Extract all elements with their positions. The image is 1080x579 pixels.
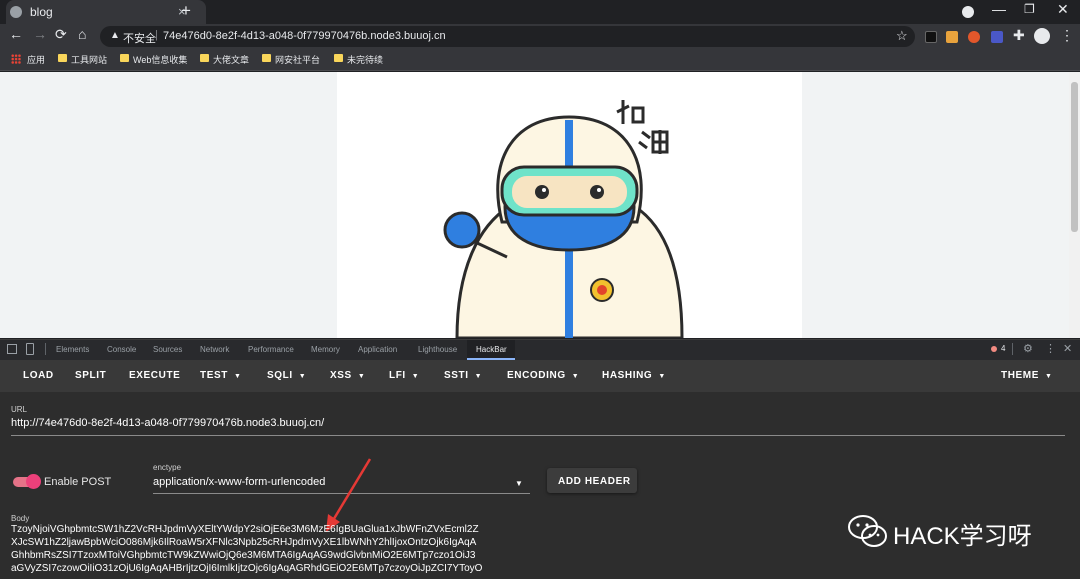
ssti-menu[interactable]: SSTI ▼: [444, 370, 482, 381]
enctype-select[interactable]: application/x-www-form-urlencoded: [153, 476, 325, 488]
chevron-down-icon: ▼: [233, 373, 242, 380]
minimize-icon[interactable]: —: [992, 1, 1006, 17]
folder-icon: [200, 54, 209, 62]
folder-icon: [334, 54, 343, 62]
chevron-down-icon: ▼: [357, 373, 366, 380]
tab-title: blog: [30, 5, 53, 19]
folder-icon: [58, 54, 67, 62]
forward-icon[interactable]: →: [33, 26, 47, 42]
ssti-menu-label: SSTI: [444, 370, 469, 381]
chevron-down-icon: ▼: [474, 373, 483, 380]
sqli-menu[interactable]: SQLI ▼: [267, 370, 306, 381]
extensions-puzzle-icon[interactable]: ✚: [1013, 27, 1025, 44]
tab-network[interactable]: Network: [200, 345, 229, 354]
bookmark-todo[interactable]: 未完待续: [347, 53, 383, 66]
separator: [1012, 343, 1013, 355]
encoding-menu[interactable]: ENCODING ▼: [507, 370, 579, 381]
profile-avatar[interactable]: [1034, 28, 1050, 44]
sqli-menu-label: SQLI: [267, 370, 293, 381]
toggle-knob[interactable]: [26, 474, 41, 489]
extension-icon[interactable]: [968, 31, 980, 43]
execute-button[interactable]: EXECUTE: [129, 370, 180, 381]
body-text-line[interactable]: GhhbmRsZSI7TzoxMToiVGhpbmtcTW9kZWwiOjQ6e…: [11, 550, 475, 561]
extension-icon[interactable]: [925, 31, 937, 43]
security-label[interactable]: 不安全: [123, 30, 156, 46]
tab-memory[interactable]: Memory: [311, 345, 340, 354]
add-header-label: ADD HEADER: [558, 476, 631, 487]
folder-icon: [262, 54, 271, 62]
encoding-menu-label: ENCODING: [507, 370, 566, 381]
body-text-line[interactable]: aGVyZSI7czowOiIiO31zOjU6IgAqAHBrIjtzOjI6…: [11, 563, 482, 574]
wechat-logo-icon: [848, 515, 887, 547]
extension-icon[interactable]: [991, 31, 1003, 43]
bookmark-articles[interactable]: 大佬文章: [213, 53, 249, 66]
chevron-down-icon: ▼: [298, 373, 307, 380]
extension-icon[interactable]: [946, 31, 958, 43]
tab-performance[interactable]: Performance: [248, 345, 294, 354]
error-icon: [991, 346, 997, 352]
theme-menu[interactable]: THEME ▼: [1001, 370, 1053, 381]
load-button[interactable]: LOAD: [23, 370, 54, 381]
chevron-down-icon: ▼: [1045, 373, 1053, 380]
bookmark-tools[interactable]: 工具网站: [71, 53, 107, 66]
enctype-label: enctype: [153, 463, 182, 472]
chevron-down-icon: ▼: [571, 373, 580, 380]
url-field-label: URL: [11, 405, 28, 414]
home-icon[interactable]: ⌂: [78, 26, 86, 42]
tab-application[interactable]: Application: [358, 345, 397, 354]
bookmark-platform[interactable]: 网安社平台: [275, 53, 320, 66]
tab-elements[interactable]: Elements: [56, 345, 89, 354]
lfi-menu[interactable]: LFI ▼: [389, 370, 419, 381]
chevron-down-icon[interactable]: ▼: [515, 479, 523, 488]
tab-lighthouse[interactable]: Lighthouse: [418, 345, 457, 354]
warning-icon[interactable]: ▲: [110, 30, 120, 41]
tab-sources[interactable]: Sources: [153, 345, 182, 354]
split-button[interactable]: SPLIT: [75, 370, 106, 381]
tab-hackbar-label: HackBar: [476, 345, 507, 354]
scrollbar-thumb[interactable]: [1071, 82, 1078, 232]
chevron-down-icon: ▼: [658, 373, 666, 380]
address-url[interactable]: 74e476d0-8e2f-4d13-a048-0f779970476b.nod…: [163, 30, 446, 42]
back-icon[interactable]: ←: [9, 26, 23, 42]
watermark-text: HACK学习呀: [893, 523, 1032, 550]
mascot-illustration: [443, 100, 684, 340]
tab-search-icon[interactable]: [962, 6, 974, 18]
test-menu[interactable]: TEST ▼: [200, 370, 242, 381]
url-underline: [11, 435, 1065, 436]
maximize-icon[interactable]: ❐: [1024, 2, 1035, 16]
xss-menu-label: XSS: [330, 370, 352, 381]
url-input[interactable]: http://74e476d0-8e2f-4d13-a048-0f7799704…: [11, 417, 324, 429]
lfi-menu-label: LFI: [389, 370, 406, 381]
device-toolbar-icon[interactable]: [26, 343, 34, 355]
separator: |: [155, 29, 158, 41]
globe-icon: [10, 6, 22, 18]
window-close-icon[interactable]: ✕: [1057, 1, 1069, 18]
body-text-line[interactable]: TzoyNjoiVGhpbmtcSW1hZ2VcRHJpdmVyXEltYWdp…: [11, 524, 479, 535]
browser-menu-icon[interactable]: ⋮: [1060, 27, 1074, 44]
bookmark-star-icon[interactable]: ☆: [896, 28, 908, 44]
body-text-line[interactable]: XJcSW1hZ2ljawBpbWciO086Mjk6IlRoaW5rXFNlc…: [11, 537, 476, 548]
hashing-menu[interactable]: HASHING ▼: [602, 370, 666, 381]
chevron-down-icon: ▼: [411, 373, 420, 380]
reload-icon[interactable]: ⟳: [55, 26, 67, 43]
enable-post-label: Enable POST: [44, 476, 112, 488]
hashing-menu-label: HASHING: [602, 370, 653, 381]
body-field-label: Body: [11, 514, 30, 523]
tab-console[interactable]: Console: [107, 345, 136, 354]
separator: [45, 343, 46, 355]
inspect-icon[interactable]: [7, 344, 17, 354]
settings-gear-icon[interactable]: ⚙: [1023, 342, 1033, 355]
xss-menu[interactable]: XSS ▼: [330, 370, 365, 381]
page-card: [337, 72, 802, 340]
error-count[interactable]: 4: [1001, 344, 1005, 353]
more-options-icon[interactable]: ⋮: [1045, 342, 1056, 355]
devtools-close-icon[interactable]: ✕: [1063, 342, 1072, 355]
new-tab-button[interactable]: +: [181, 1, 191, 21]
bookmark-apps[interactable]: 应用: [27, 53, 45, 66]
bookmark-web-info[interactable]: Web信息收集: [133, 53, 187, 66]
folder-icon: [120, 54, 129, 62]
apps-grid-icon[interactable]: [11, 54, 21, 64]
test-menu-label: TEST: [200, 370, 228, 381]
theme-menu-label: THEME: [1001, 370, 1039, 381]
